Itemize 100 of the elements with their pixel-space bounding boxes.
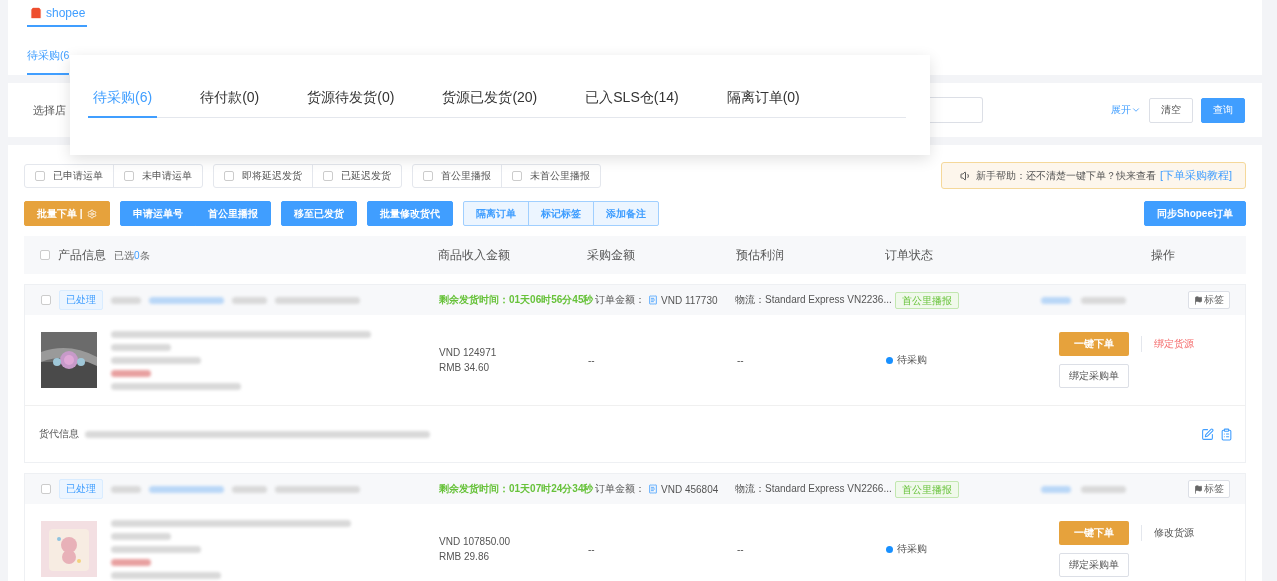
- checkbox[interactable]: [224, 170, 234, 181]
- bag-icon: [29, 5, 43, 20]
- countdown: 剩余发货时间：01天07时24分34秒: [439, 482, 594, 496]
- expand-link[interactable]: 展开: [1111, 103, 1141, 117]
- bind-button[interactable]: 绑定采购单: [1059, 364, 1129, 388]
- order-button[interactable]: 一键下单: [1059, 521, 1129, 545]
- estimated-profit: --: [737, 543, 745, 555]
- redacted-mark: [111, 343, 171, 351]
- action-button[interactable]: 添加备注: [592, 201, 659, 226]
- logo-text: shopee: [46, 5, 86, 20]
- tab[interactable]: 货源待发货(0): [302, 80, 400, 118]
- tab[interactable]: 隔离订单(0): [721, 80, 805, 118]
- purchase-amount: --: [588, 354, 596, 366]
- amount-label: 订单金额：: [595, 482, 645, 496]
- column-header: 商品收入金额: [438, 247, 510, 262]
- chevron-down-icon: [1131, 105, 1141, 115]
- checkbox[interactable]: [40, 250, 50, 260]
- filter-label: 选择店: [33, 102, 66, 118]
- tab[interactable]: 货源已发货(20): [437, 80, 543, 118]
- order-button[interactable]: 一键下单: [1059, 332, 1129, 356]
- flag-icon: [1194, 295, 1203, 305]
- logo[interactable]: shopee: [27, 0, 88, 27]
- filter-checkbox[interactable]: 未首公里播报: [501, 164, 600, 187]
- action-button[interactable]: 首公里播报: [194, 201, 271, 226]
- tag-button[interactable]: 标签: [1188, 480, 1230, 498]
- action-button[interactable]: 标记标签: [527, 201, 594, 226]
- checkbox[interactable]: [41, 484, 51, 494]
- order-status: 待采购: [897, 353, 927, 367]
- checkbox[interactable]: [35, 170, 45, 181]
- action-button[interactable]: 批量修改货代: [366, 201, 453, 226]
- column-header: 订单状态: [885, 247, 933, 262]
- logistics: 物流：Standard Express VN2266...: [735, 482, 892, 496]
- checkbox-label: 未首公里播报: [530, 168, 590, 183]
- status-tag: 已处理: [59, 290, 103, 310]
- forwarder-label: 货代信息: [39, 427, 79, 441]
- column-header: 采购金额: [587, 247, 635, 262]
- estimated-profit: --: [737, 354, 745, 366]
- order-status: 待采购: [897, 542, 927, 556]
- redacted-mark: [1041, 296, 1071, 304]
- tutorial-link[interactable]: [下单采购教程]: [1159, 168, 1232, 183]
- filter-checkbox[interactable]: 已延迟发货: [312, 164, 401, 187]
- purchase-amount: --: [588, 543, 596, 555]
- source-link[interactable]: 修改货源: [1154, 526, 1246, 540]
- tab[interactable]: 待付款(0): [195, 80, 265, 118]
- filter-checkbox[interactable]: 未申请运单: [113, 164, 202, 187]
- column-header: 预估利润: [736, 247, 784, 262]
- checkbox[interactable]: [423, 170, 433, 181]
- countdown: 剩余发货时间：01天06时56分45秒: [439, 293, 594, 307]
- income-amount: VND 107850.00: [439, 536, 512, 547]
- checkbox-label: 已申请运单: [53, 168, 103, 183]
- checkbox-label: 已延迟发货: [341, 168, 391, 183]
- checkbox[interactable]: [124, 170, 134, 181]
- status-tag: 已处理: [59, 479, 103, 499]
- help-text: 新手帮助：还不清楚一键下单？快来查看: [975, 168, 1156, 183]
- filter-checkbox[interactable]: 首公里播报: [413, 164, 501, 187]
- income-amount: RMB 29.86: [439, 551, 491, 562]
- speaker-icon: [959, 169, 972, 182]
- checkbox-label: 即将延迟发货: [242, 168, 302, 183]
- redacted-mark: [1041, 485, 1071, 493]
- tab[interactable]: 已入SLS仓(14): [580, 80, 684, 118]
- receipt-icon: [648, 484, 658, 494]
- selected-count: 已选0条: [114, 248, 150, 263]
- column-header: 操作: [1150, 247, 1175, 262]
- clipboard-icon[interactable]: [1220, 427, 1233, 441]
- checkbox[interactable]: [41, 295, 51, 305]
- settings-icon: [86, 208, 97, 219]
- checkbox[interactable]: [323, 170, 333, 181]
- flag-icon: [1194, 484, 1203, 494]
- bind-button[interactable]: 绑定采购单: [1059, 553, 1129, 577]
- income-amount: VND 124971: [439, 347, 498, 358]
- redacted-mark: [111, 485, 141, 493]
- action-button[interactable]: 隔离订单: [462, 201, 529, 226]
- redacted-mark: [111, 532, 171, 540]
- edit-icon[interactable]: [1201, 427, 1214, 441]
- column-header: 产品信息: [58, 246, 106, 264]
- amount-label: 订单金额：: [595, 293, 645, 307]
- redacted-mark: [111, 296, 141, 304]
- source-link[interactable]: 绑定货源: [1154, 337, 1246, 351]
- redacted-mark: [232, 296, 267, 304]
- redacted-mark: [232, 485, 267, 493]
- first-mile-badge: 首公里播报: [895, 480, 959, 498]
- filter-checkbox[interactable]: 即将延迟发货: [214, 164, 312, 187]
- order-amount: VND 117730: [661, 294, 718, 306]
- redacted-mark: [111, 369, 151, 377]
- sync-button[interactable]: 同步Shopee订单: [1143, 201, 1246, 226]
- checkbox-label: 首公里播报: [441, 168, 491, 183]
- action-button[interactable]: 移至已发货: [280, 201, 357, 226]
- tag-button[interactable]: 标签: [1188, 291, 1230, 309]
- query-button[interactable]: 查询: [1201, 97, 1245, 123]
- checkbox[interactable]: [512, 170, 522, 181]
- clear-button[interactable]: 清空: [1149, 97, 1193, 123]
- redacted-mark: [1081, 296, 1126, 304]
- receipt-icon: [648, 295, 658, 305]
- action-button[interactable]: 批量下单 |: [24, 201, 110, 226]
- income-amount: RMB 34.60: [439, 362, 491, 373]
- filter-checkbox[interactable]: 已申请运单: [25, 164, 113, 187]
- redacted-mark: [1081, 485, 1126, 493]
- tab[interactable]: 待采购(6): [88, 80, 158, 118]
- action-button[interactable]: 申请运单号: [119, 201, 196, 226]
- logistics: 物流：Standard Express VN2236...: [735, 293, 892, 307]
